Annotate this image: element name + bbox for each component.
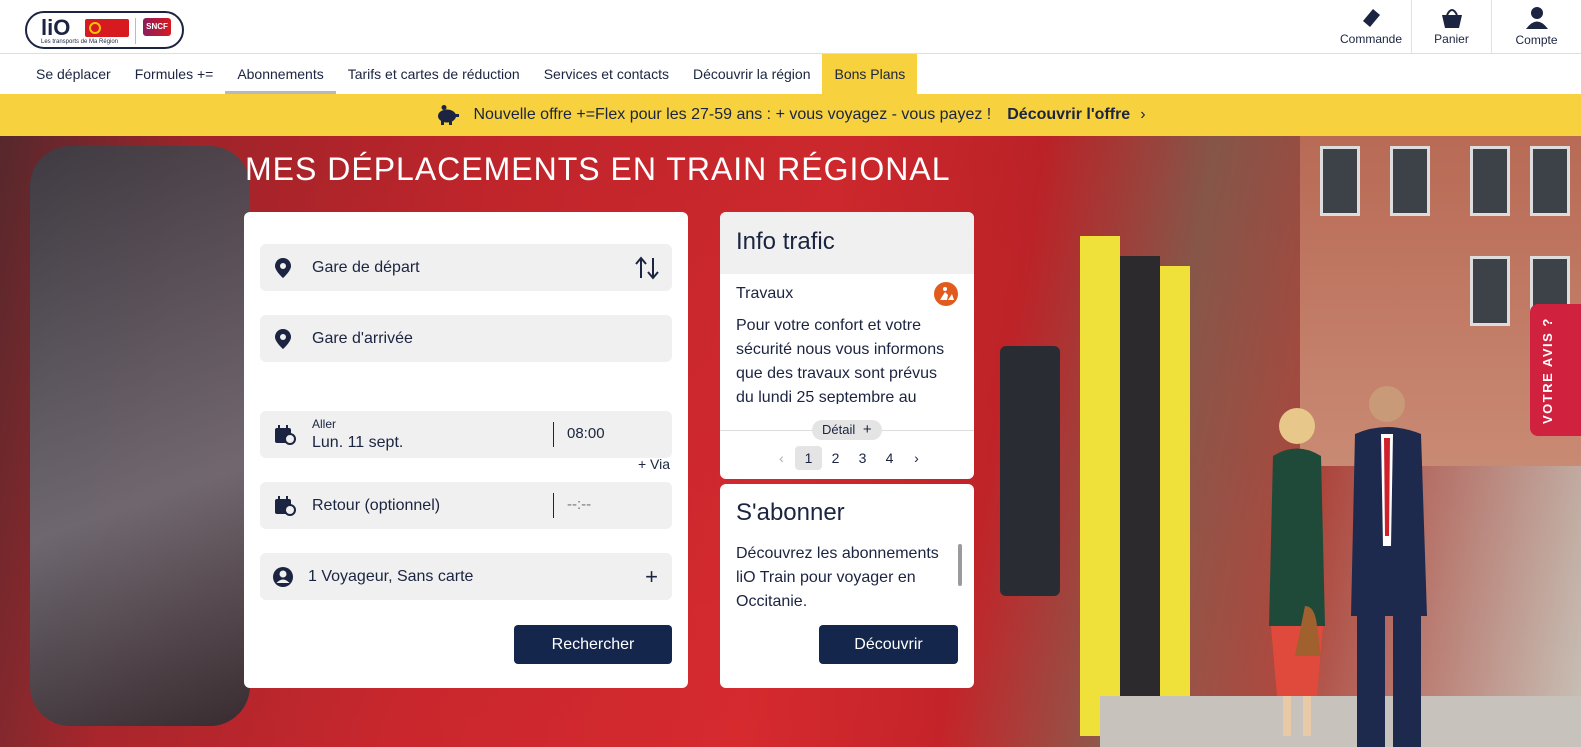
- top-header: liO SNCF Les transports de Ma Région Com…: [0, 0, 1581, 54]
- nav-bons-plans[interactable]: Bons Plans: [822, 54, 918, 94]
- scrollbar-thumb[interactable]: [958, 544, 962, 586]
- discover-subscriptions-button[interactable]: Découvrir: [819, 625, 958, 664]
- calendar-clock-icon: [275, 496, 296, 516]
- nav-se-deplacer[interactable]: Se déplacer: [24, 54, 123, 94]
- departure-station-input[interactable]: Gare de départ: [260, 244, 672, 291]
- user-icon: [1525, 7, 1548, 29]
- region-occitanie-logo: [85, 19, 129, 37]
- page-3[interactable]: 3: [849, 446, 876, 470]
- location-pin-icon: [275, 258, 291, 278]
- hero-title: MES DÉPLACEMENTS EN TRAIN RÉGIONAL: [245, 151, 951, 187]
- arrival-station-input[interactable]: Gare d'arrivée: [260, 315, 672, 362]
- outbound-date-field[interactable]: Aller Lun. 11 sept. 08:00: [260, 411, 672, 458]
- calendar-clock-icon: [275, 425, 296, 445]
- hero-section: MES DÉPLACEMENTS EN TRAIN RÉGIONAL Gare …: [0, 136, 1581, 747]
- logo-separator: [135, 18, 136, 44]
- hero-train-door-2: [1160, 266, 1190, 736]
- header-actions: Commande Panier Compte: [1331, 0, 1581, 53]
- compte-label: Compte: [1515, 33, 1558, 47]
- return-time[interactable]: --:--: [567, 496, 591, 513]
- sncf-logo: SNCF: [143, 18, 171, 36]
- traffic-info-type: Travaux: [736, 285, 794, 302]
- roadworks-icon: [934, 282, 958, 306]
- commande-button[interactable]: Commande: [1331, 0, 1411, 53]
- panier-label: Panier: [1434, 32, 1469, 46]
- traffic-info-message: Pour votre confort et votre sécurité nou…: [736, 317, 945, 404]
- traffic-info-header: Info trafic: [720, 212, 974, 274]
- piggy-bank-icon: [438, 105, 460, 125]
- add-via-button[interactable]: + Via: [638, 456, 670, 472]
- hero-train-window: [30, 146, 250, 726]
- nav-tarifs[interactable]: Tarifs et cartes de réduction: [336, 54, 532, 94]
- hero-woman-image: [1269, 408, 1325, 736]
- banner-text: Nouvelle offre +=Flex pour les 27-59 ans…: [473, 106, 992, 123]
- swap-stations-icon[interactable]: [634, 256, 660, 280]
- nav-services[interactable]: Services et contacts: [532, 54, 681, 94]
- ticket-icon: [1363, 9, 1380, 27]
- logo-tagline: Les transports de Ma Région: [41, 39, 119, 45]
- journey-search-form: Gare de départ Gare d'arrivée + Via Alle…: [244, 212, 688, 688]
- feedback-tab[interactable]: VOTRE AVIS ?: [1530, 304, 1581, 436]
- hero-train-window-2: [1000, 346, 1060, 596]
- arrival-placeholder: Gare d'arrivée: [312, 330, 413, 347]
- main-nav: Se déplacer Formules += Abonnements Tari…: [0, 54, 1581, 94]
- traffic-pagination: ‹ 1 2 3 4 ›: [768, 446, 930, 470]
- logo-wordmark: liO: [41, 15, 71, 40]
- panier-button[interactable]: Panier: [1411, 0, 1491, 53]
- outbound-time[interactable]: 08:00: [567, 425, 605, 442]
- lio-logo[interactable]: liO SNCF Les transports de Ma Région: [25, 11, 184, 49]
- add-traveler-icon[interactable]: +: [645, 564, 658, 590]
- detail-label: Détail: [822, 422, 856, 437]
- nav-formules[interactable]: Formules +=: [123, 54, 226, 94]
- hero-agent-image: [1351, 386, 1427, 747]
- return-date-field[interactable]: Retour (optionnel) --:--: [260, 482, 672, 529]
- travelers-summary: 1 Voyageur, Sans carte: [308, 568, 474, 585]
- field-separator: [553, 493, 554, 518]
- chevron-right-icon[interactable]: ›: [903, 446, 930, 470]
- plus-icon: +: [862, 421, 872, 438]
- hero-train-doorway: [1120, 256, 1160, 736]
- subscribe-text: Découvrez les abonnements liO Train pour…: [736, 545, 939, 610]
- page-1[interactable]: 1: [795, 446, 822, 470]
- search-button[interactable]: Rechercher: [514, 625, 672, 664]
- user-circle-icon: [273, 567, 293, 587]
- page-2[interactable]: 2: [822, 446, 849, 470]
- feedback-label: VOTRE AVIS ?: [1540, 317, 1555, 424]
- outbound-date: Lun. 11 sept.: [312, 434, 404, 451]
- field-separator: [553, 422, 554, 447]
- page-4[interactable]: 4: [876, 446, 903, 470]
- commande-label: Commande: [1339, 32, 1403, 46]
- promo-banner: Nouvelle offre +=Flex pour les 27-59 ans…: [0, 94, 1581, 136]
- return-placeholder: Retour (optionnel): [312, 497, 441, 514]
- detail-button[interactable]: Détail +: [812, 420, 882, 440]
- travelers-selector[interactable]: 1 Voyageur, Sans carte +: [260, 553, 672, 600]
- basket-icon: [1441, 9, 1462, 28]
- nav-abonnements[interactable]: Abonnements: [225, 54, 337, 94]
- banner-offer-link[interactable]: Découvrir l'offre: [1007, 106, 1130, 124]
- traffic-info-title: Info trafic: [736, 228, 835, 255]
- hero-train-door: [1080, 236, 1120, 736]
- outbound-label: Aller: [312, 417, 337, 431]
- subscribe-title: S'abonner: [736, 499, 845, 526]
- traffic-info-card: Info trafic Travaux Pour votre confort e…: [720, 212, 974, 479]
- location-pin-icon: [275, 329, 291, 349]
- chevron-left-icon[interactable]: ‹: [768, 446, 795, 470]
- subscribe-card: S'abonner Découvrez les abonnements liO …: [720, 484, 974, 688]
- compte-button[interactable]: Compte: [1491, 0, 1581, 53]
- nav-decouvrir-region[interactable]: Découvrir la région: [681, 54, 823, 94]
- chevron-right-icon[interactable]: ›: [1140, 106, 1145, 124]
- departure-placeholder: Gare de départ: [312, 259, 420, 276]
